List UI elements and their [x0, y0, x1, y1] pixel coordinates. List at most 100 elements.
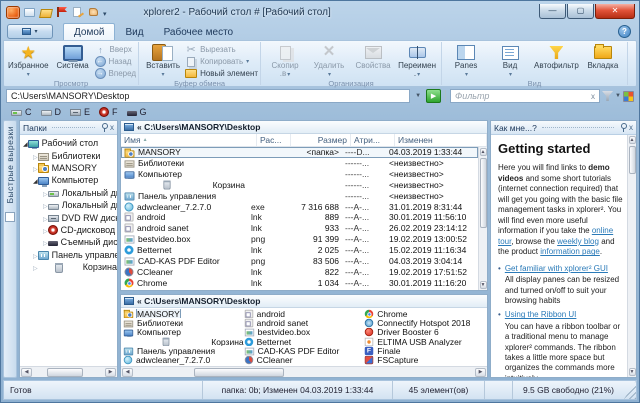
table-row[interactable]: Betternet lnk 2 025 ---A-... 15.02.2019 …: [121, 245, 478, 256]
ribbon-button[interactable]: Свойства ▾: [351, 42, 395, 79]
tree-item[interactable]: Панель управления: [20, 249, 117, 261]
close-button[interactable]: ✕: [595, 4, 635, 19]
quick-access-more-icon[interactable]: ▾: [103, 7, 107, 18]
list-item[interactable]: Библиотеки: [123, 318, 244, 327]
ribbon-button[interactable]: Удалить ▾: [307, 42, 351, 79]
menu-button[interactable]: ▾: [7, 24, 53, 39]
address-dropdown-icon[interactable]: ▼: [412, 89, 424, 103]
new-item-button[interactable]: Новый элемент: [185, 68, 258, 79]
drive-button[interactable]: C: [11, 107, 32, 117]
tree-expander-icon[interactable]: [23, 138, 28, 148]
list-item[interactable]: Connectify Hotspot 2018: [364, 318, 485, 327]
help-icon[interactable]: ?: [618, 25, 631, 38]
minimize-button[interactable]: —: [539, 4, 566, 19]
table-row[interactable]: adwcleaner_7.2.7.0 exe 7 316 688 ---A-..…: [121, 201, 478, 212]
paste-button[interactable]: Вставить ▾: [141, 42, 185, 79]
tree-expander-icon[interactable]: [43, 225, 48, 235]
list-item[interactable]: android: [244, 309, 365, 318]
quick-access-icon[interactable]: [23, 6, 36, 18]
back-button[interactable]: Назад: [95, 56, 137, 67]
quick-access-icon[interactable]: [87, 6, 100, 18]
system-button[interactable]: Система: [51, 42, 95, 79]
table-row[interactable]: bestvideo.box png 91 399 ---A-... 19.02.…: [121, 234, 478, 245]
table-row[interactable]: android lnk 889 ---A-... 30.01.2019 11:5…: [121, 212, 478, 223]
filter-dropdown-icon[interactable]: ▼: [615, 93, 621, 99]
favorites-button[interactable]: Избранное ▾: [6, 42, 51, 79]
ribbon-button[interactable]: Вкладка ▾: [581, 42, 625, 79]
table-row[interactable]: CCleaner lnk 822 ---A-... 19.02.2019 17:…: [121, 266, 478, 277]
column-header-size[interactable]: Размер: [291, 134, 351, 146]
column-header-ext[interactable]: Рас...: [257, 134, 291, 146]
quick-clips-tab[interactable]: Быстрые вырезки: [3, 120, 17, 378]
tree-expander-icon[interactable]: [43, 200, 48, 210]
go-button[interactable]: ▶: [426, 89, 441, 103]
list-item[interactable]: Finale: [364, 346, 485, 355]
tree-item[interactable]: Библиотеки: [20, 149, 117, 161]
tree-item[interactable]: Корзина: [20, 261, 117, 273]
maximize-button[interactable]: ▢: [567, 4, 594, 19]
table-row[interactable]: CAD-KAS PDF Editor png 83 506 ---A-... 0…: [121, 255, 478, 266]
color-grid-icon[interactable]: [623, 91, 634, 102]
list-item[interactable]: Betternet: [244, 337, 365, 346]
help-link[interactable]: Get familiar with xplorer² GUI: [505, 264, 608, 274]
list-item[interactable]: Chrome: [364, 309, 485, 318]
tree-item[interactable]: Локальный диск: [20, 199, 117, 211]
tree-item[interactable]: CD-дисковод: [20, 224, 117, 236]
up-button[interactable]: Вверх: [95, 44, 137, 55]
tree-item[interactable]: Компьютер: [20, 174, 117, 186]
list-item[interactable]: Панель управления: [123, 346, 244, 355]
drive-button[interactable]: F: [99, 107, 118, 117]
bottom-pane-hscrollbar[interactable]: ◀▶: [121, 366, 487, 377]
table-row[interactable]: android sanet lnk 933 ---A-... 26.02.201…: [121, 223, 478, 234]
app-icon[interactable]: [6, 6, 20, 19]
tree-expander-icon[interactable]: [33, 250, 38, 260]
help-link[interactable]: information page: [540, 247, 600, 256]
table-row[interactable]: Компьютер ------... <неизвестно>: [121, 169, 478, 180]
address-input[interactable]: C:\Users\MANSORY\Desktop: [6, 89, 410, 103]
copy-button[interactable]: Копировать▾: [185, 56, 258, 67]
tree-expander-icon[interactable]: [43, 237, 48, 247]
list-item[interactable]: android sanet: [244, 318, 365, 327]
tree-item[interactable]: Съемный диск: [20, 236, 117, 248]
table-row[interactable]: Библиотеки ------... <неизвестно>: [121, 158, 478, 169]
tree-item[interactable]: DVD RW дисковод: [20, 211, 117, 223]
ribbon-tab[interactable]: Домой: [63, 23, 115, 40]
table-row[interactable]: Корзина ------... <неизвестно>: [121, 180, 478, 191]
tree-item[interactable]: MANSORY: [20, 162, 117, 174]
drive-button[interactable]: D: [41, 107, 62, 117]
table-row[interactable]: MANSORY <папка> ----D... 04.03.2019 1:33…: [121, 147, 478, 158]
folders-hscrollbar[interactable]: ◀▶: [20, 366, 117, 377]
cut-button[interactable]: Вырезать: [185, 44, 258, 55]
list-item[interactable]: Компьютер: [123, 328, 244, 337]
list-item[interactable]: FSCapture: [364, 356, 485, 365]
ribbon-button[interactable]: Panes ▾: [444, 42, 488, 79]
tree-expander-icon[interactable]: [43, 188, 48, 198]
filter-funnel-icon[interactable]: [602, 91, 613, 101]
list-item[interactable]: CCleaner: [244, 356, 365, 365]
forward-button[interactable]: Вперед: [95, 68, 137, 79]
column-header-modified[interactable]: Изменен: [395, 134, 487, 146]
ribbon-tab[interactable]: Рабочее место: [154, 24, 244, 40]
top-pane-vscrollbar[interactable]: ▲▼: [478, 147, 487, 290]
list-item[interactable]: ELTIMA USB Analyzer: [364, 337, 485, 346]
filter-input[interactable]: Фильтр x: [450, 89, 600, 103]
list-item[interactable]: Driver Booster 6: [364, 328, 485, 337]
column-header-attr[interactable]: Атри...: [351, 134, 395, 146]
tree-expander-icon[interactable]: [33, 175, 38, 185]
close-panel-icon[interactable]: x: [629, 124, 633, 132]
drive-button[interactable]: E: [70, 107, 90, 117]
resize-grip[interactable]: [624, 381, 636, 399]
column-header-name[interactable]: Имя▲: [121, 134, 257, 146]
list-item[interactable]: adwcleaner_7.2.7.0: [123, 356, 244, 365]
list-item[interactable]: CAD-KAS PDF Editor: [244, 346, 365, 355]
ribbon-button[interactable]: Найти ▾: [630, 42, 640, 79]
list-item[interactable]: bestvideo.box: [244, 328, 365, 337]
top-pane-titlebar[interactable]: « C:\Users\MANSORY\Desktop: [121, 121, 487, 134]
close-panel-icon[interactable]: x: [110, 124, 114, 132]
tree-item[interactable]: Рабочий стол: [20, 137, 117, 149]
bottom-pane-titlebar[interactable]: « C:\Users\MANSORY\Desktop: [121, 295, 487, 308]
pin-icon[interactable]: [100, 123, 108, 132]
ribbon-button[interactable]: Вид ▾: [488, 42, 532, 79]
clear-filter-icon[interactable]: x: [591, 92, 595, 101]
tree-item[interactable]: Локальный диск: [20, 187, 117, 199]
